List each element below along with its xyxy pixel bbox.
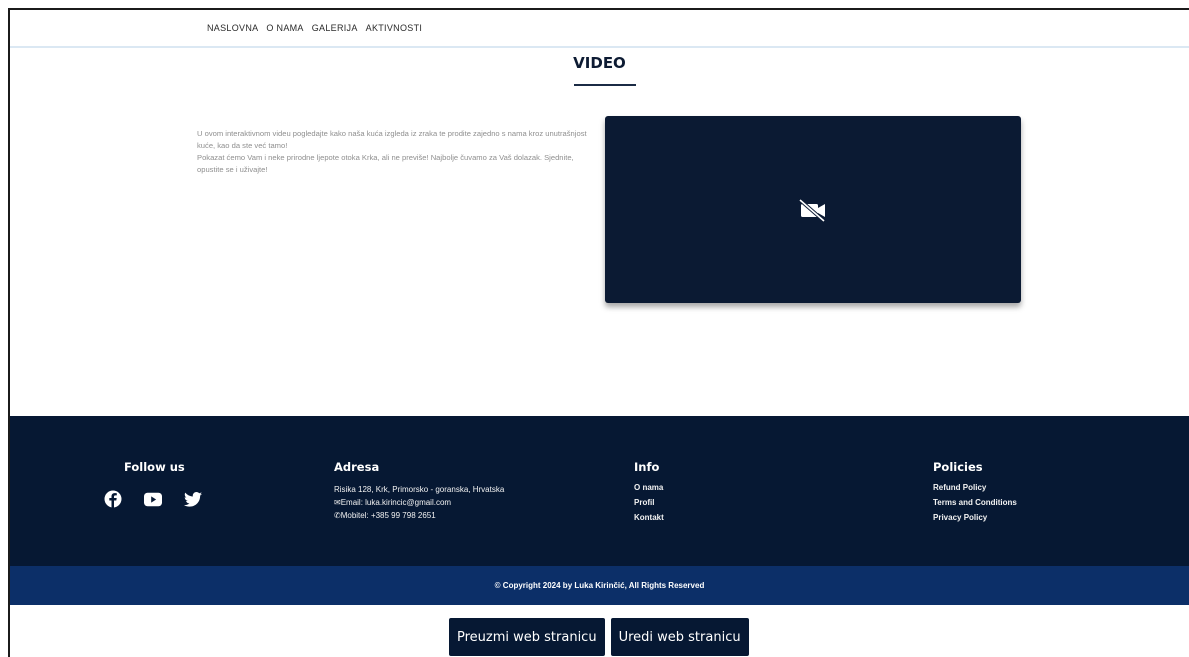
nav-links: NASLOVNA O NAMA GALERIJA AKTIVNOSTI: [207, 23, 422, 33]
video-player[interactable]: [605, 116, 1021, 303]
follow-us-heading: Follow us: [124, 460, 185, 474]
footer-link-terms[interactable]: Terms and Conditions: [933, 495, 1017, 510]
description-paragraph-1: U ovom interaktivnom videu pogledajte ka…: [197, 129, 587, 150]
video-description: U ovom interaktivnom videu pogledajte ka…: [197, 128, 602, 176]
youtube-icon[interactable]: [144, 490, 162, 508]
social-links: [104, 490, 202, 508]
email-line: ✉Email: luka.kirincic@gmail.com: [334, 496, 504, 509]
address-column: Adresa Risika 128, Krk, Primorsko - gora…: [334, 460, 504, 522]
address-line: Risika 128, Krk, Primorsko - goranska, H…: [334, 485, 505, 494]
copyright-bar: © Copyright 2024 by Luka Kirinčić, All R…: [10, 566, 1189, 605]
page-frame: NASLOVNA O NAMA GALERIJA AKTIVNOSTI VIDE…: [8, 8, 1189, 657]
nav-link-o-nama[interactable]: O NAMA: [266, 23, 303, 33]
info-column: Info O nama Profil Kontakt: [634, 460, 664, 525]
info-heading: Info: [634, 460, 660, 474]
address-heading: Adresa: [334, 460, 380, 474]
envelope-icon: ✉: [334, 498, 341, 507]
phone-line: ✆Mobitel: +385 99 798 2651: [334, 509, 504, 522]
footer-link-privacy-policy[interactable]: Privacy Policy: [933, 510, 1017, 525]
copyright-text: © Copyright 2024 by Luka Kirinčić, All R…: [494, 581, 705, 590]
phone-text: Mobitel: +385 99 798 2651: [340, 511, 436, 520]
twitter-icon[interactable]: [184, 490, 202, 508]
nav-link-aktivnosti[interactable]: AKTIVNOSTI: [366, 23, 423, 33]
info-links: O nama Profil Kontakt: [634, 480, 664, 525]
policies-links: Refund Policy Terms and Conditions Priva…: [933, 480, 1017, 525]
nav-link-naslovna[interactable]: NASLOVNA: [207, 23, 258, 33]
section-title: VIDEO: [573, 54, 626, 72]
email-text: Email: luka.kirincic@gmail.com: [340, 498, 452, 507]
site-footer: Follow us Adresa Risika 128, Krk, Primor…: [10, 416, 1189, 566]
title-underline: [574, 84, 636, 86]
download-site-button[interactable]: Preuzmi web stranicu: [449, 618, 605, 656]
video-off-icon: [798, 198, 826, 222]
facebook-icon[interactable]: [104, 490, 122, 508]
nav-link-galerija[interactable]: GALERIJA: [312, 23, 358, 33]
footer-link-kontakt[interactable]: Kontakt: [634, 510, 664, 525]
address-details: Risika 128, Krk, Primorsko - goranska, H…: [334, 483, 504, 522]
footer-link-profil[interactable]: Profil: [634, 495, 664, 510]
phone-icon: ✆: [334, 511, 341, 520]
policies-column: Policies Refund Policy Terms and Conditi…: [933, 460, 1017, 525]
top-nav: NASLOVNA O NAMA GALERIJA AKTIVNOSTI: [10, 10, 1189, 48]
footer-link-refund-policy[interactable]: Refund Policy: [933, 480, 1017, 495]
edit-site-button[interactable]: Uredi web stranicu: [610, 618, 749, 656]
action-buttons: Preuzmi web stranicu Uredi web stranicu: [449, 618, 749, 656]
description-paragraph-2: Pokazat ćemo Vam i neke prirodne ljepote…: [197, 153, 574, 174]
follow-us-column: Follow us: [104, 460, 202, 508]
policies-heading: Policies: [933, 460, 983, 474]
footer-link-o-nama[interactable]: O nama: [634, 480, 664, 495]
